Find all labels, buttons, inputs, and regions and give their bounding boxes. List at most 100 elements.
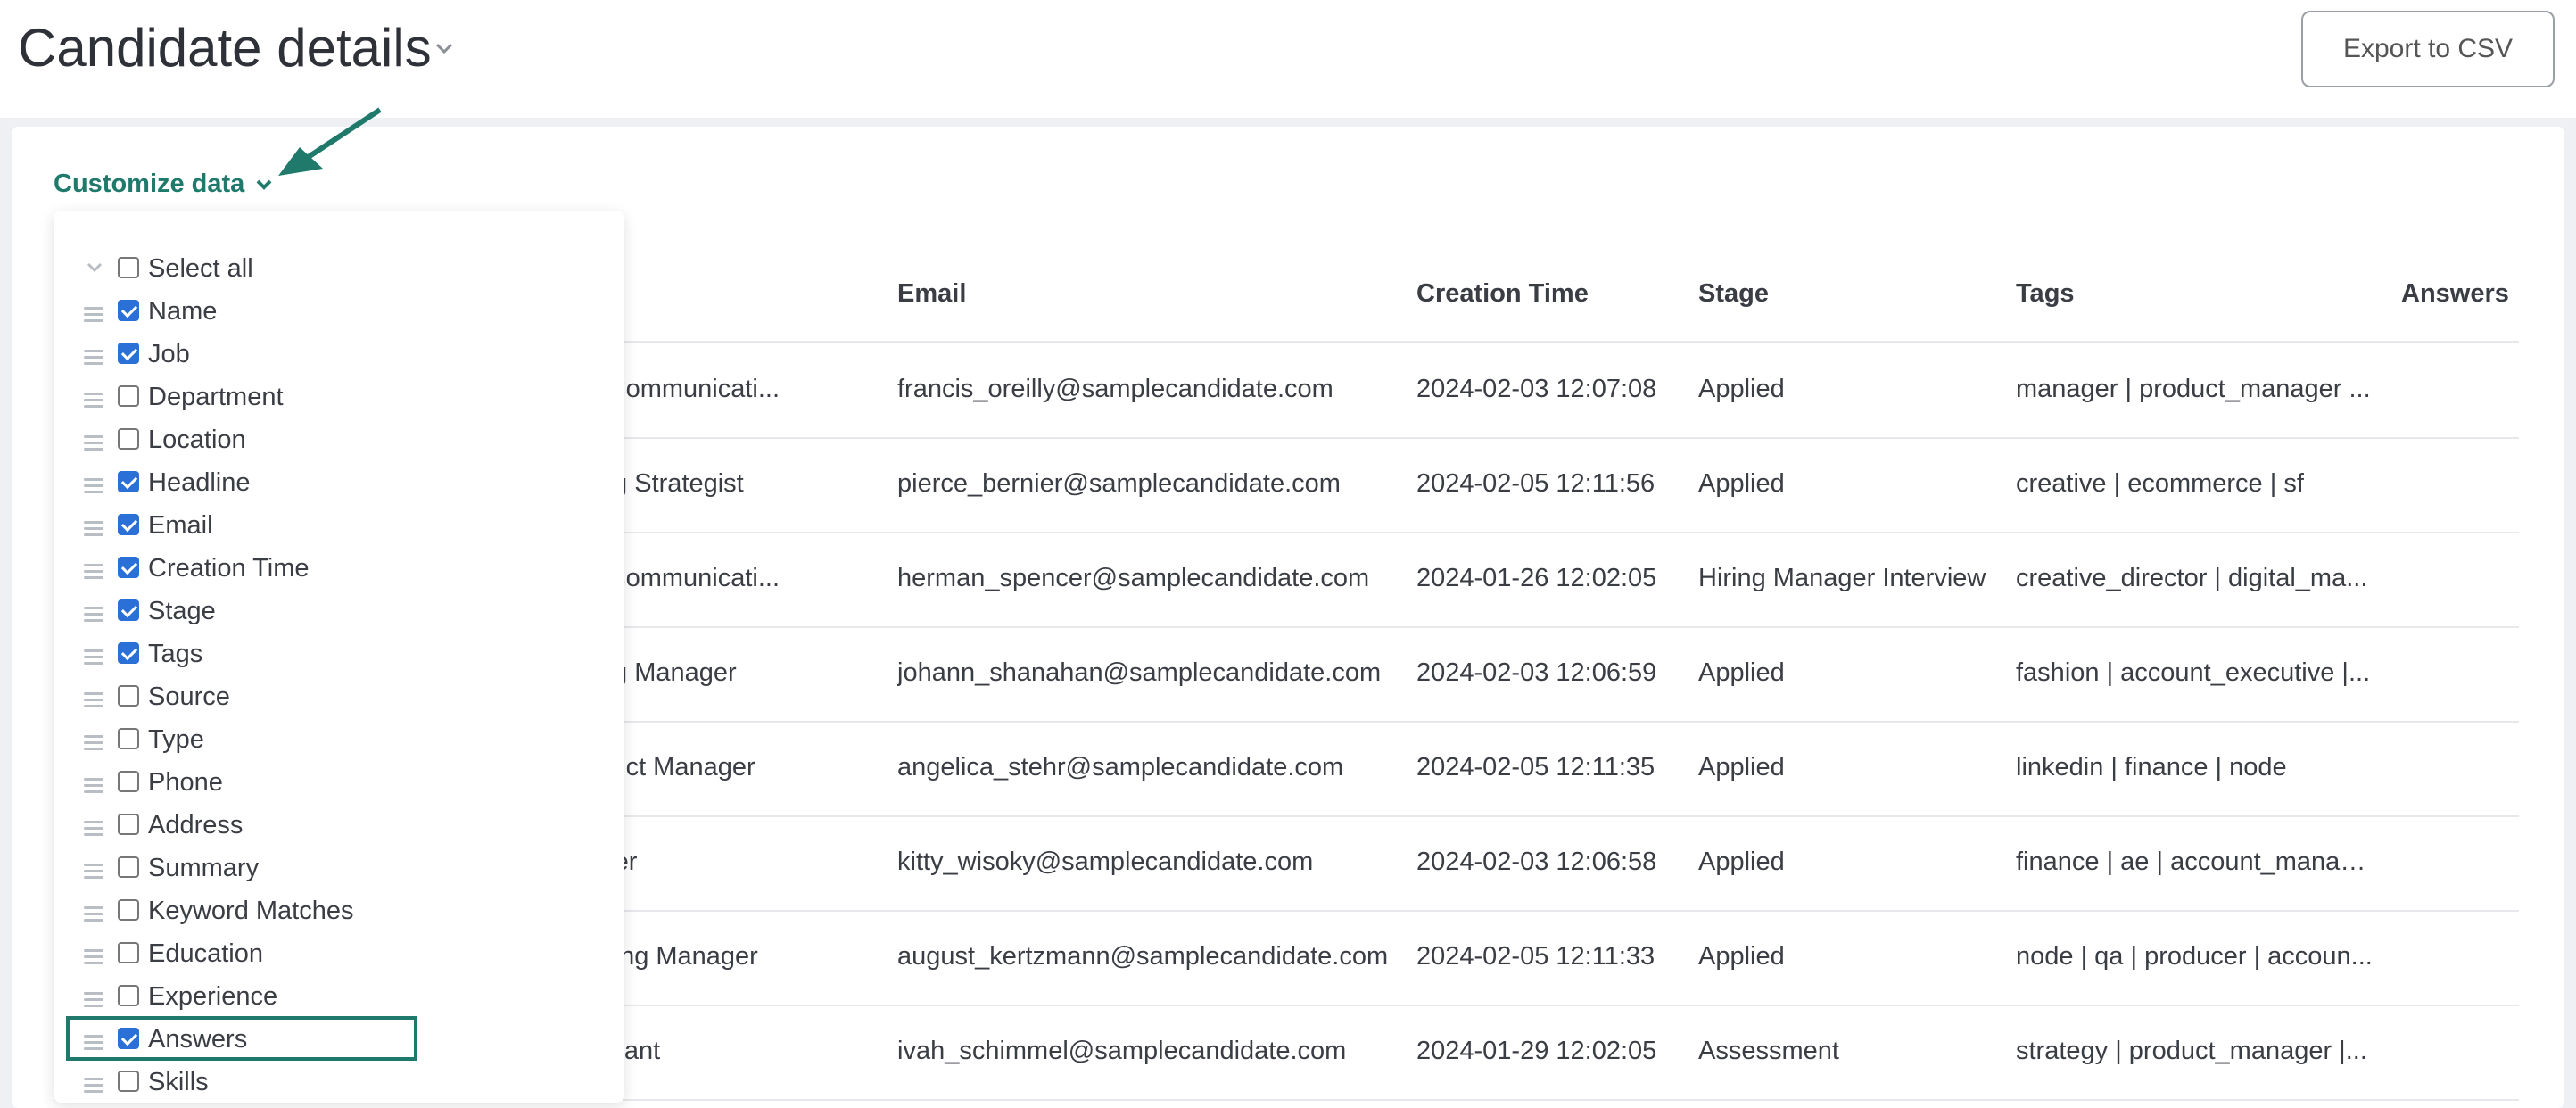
option-source[interactable]: Source (54, 680, 624, 723)
cell-time: 2024-01-29 12:02:05 (1416, 1037, 1657, 1065)
drag-handle-icon[interactable] (84, 735, 103, 751)
option-label: Phone (148, 768, 223, 797)
checkbox[interactable] (118, 428, 139, 450)
option-location[interactable]: Location (54, 423, 624, 466)
option-creation-time[interactable]: Creation Time (54, 551, 624, 594)
checkbox[interactable] (118, 257, 139, 278)
cell-time: 2024-02-03 12:06:59 (1416, 658, 1657, 687)
checkbox[interactable] (118, 728, 139, 749)
drag-handle-icon[interactable] (84, 864, 103, 880)
option-label: Summary (148, 854, 260, 882)
option-department[interactable]: Department (54, 380, 624, 423)
option-label: Name (148, 297, 218, 326)
cell-email: pierce_bernier@samplecandidate.com (897, 469, 1341, 498)
chevron-down-icon[interactable] (84, 257, 105, 278)
drag-handle-icon[interactable] (84, 821, 103, 837)
option-headline[interactable]: Headline (54, 466, 624, 509)
drag-handle-icon[interactable] (84, 521, 103, 537)
drag-handle-icon[interactable] (84, 564, 103, 580)
cell-stage: Applied (1698, 375, 1785, 403)
drag-handle-icon[interactable] (84, 906, 103, 922)
checkbox[interactable] (118, 557, 139, 578)
cell-stage: Applied (1698, 753, 1785, 781)
drag-handle-icon[interactable] (84, 692, 103, 708)
cell-tags: creative_director | digital_ma... (2016, 564, 2368, 592)
cell-tags: creative | ecommerce | sf (2016, 469, 2304, 498)
cell-tags: strategy | product_manager |... (2016, 1037, 2367, 1065)
option-label: Job (148, 340, 190, 368)
option-skills[interactable]: Skills (54, 1065, 624, 1108)
checkbox[interactable] (118, 471, 139, 492)
option-label: Headline (148, 468, 251, 497)
option-select-all[interactable]: Select all (54, 252, 624, 294)
option-type[interactable]: Type (54, 723, 624, 765)
customize-data-toggle[interactable]: Customize data (54, 170, 275, 199)
option-phone[interactable]: Phone (54, 765, 624, 808)
option-label: Experience (148, 982, 278, 1011)
customize-data-label: Customize data (54, 170, 245, 198)
drag-handle-icon[interactable] (84, 435, 103, 451)
checkbox[interactable] (118, 599, 139, 621)
option-name[interactable]: Name (54, 294, 624, 337)
cell-stage: Assessment (1698, 1037, 1839, 1065)
cell-email: ivah_schimmel@samplecandidate.com (897, 1037, 1347, 1065)
drag-handle-icon[interactable] (84, 393, 103, 409)
drag-handle-icon[interactable] (84, 1078, 103, 1094)
checkbox[interactable] (118, 514, 139, 535)
checkbox[interactable] (118, 942, 139, 963)
option-label: Keyword Matches (148, 897, 354, 925)
checkbox[interactable] (118, 685, 139, 707)
cell-stage: Applied (1698, 848, 1785, 876)
option-label: Email (148, 511, 213, 540)
checkbox[interactable] (118, 300, 139, 321)
option-stage[interactable]: Stage (54, 594, 624, 637)
option-keyword-matches[interactable]: Keyword Matches (54, 894, 624, 937)
option-label: Tags (148, 640, 203, 668)
answers-highlight-box (66, 1016, 417, 1061)
checkbox[interactable] (118, 642, 139, 664)
drag-handle-icon[interactable] (84, 649, 103, 666)
cell-tags: node | qa | producer | accoun... (2016, 942, 2373, 971)
option-email[interactable]: Email (54, 509, 624, 551)
option-label: Select all (148, 254, 253, 283)
cell-stage: Applied (1698, 942, 1785, 971)
cell-time: 2024-02-05 12:11:33 (1416, 942, 1655, 971)
cell-email: herman_spencer@samplecandidate.com (897, 564, 1370, 592)
option-label: Department (148, 383, 284, 411)
cell-time: 2024-02-05 12:11:56 (1416, 469, 1655, 498)
checkbox[interactable] (118, 814, 139, 835)
annotation-arrow-icon (278, 107, 382, 176)
option-tags[interactable]: Tags (54, 637, 624, 680)
drag-handle-icon[interactable] (84, 307, 103, 323)
drag-handle-icon[interactable] (84, 949, 103, 965)
drag-handle-icon[interactable] (84, 350, 103, 366)
cell-email: francis_oreilly@samplecandidate.com (897, 375, 1333, 403)
option-label: Creation Time (148, 554, 310, 583)
export-csv-button[interactable]: Export to CSV (2301, 11, 2555, 87)
checkbox[interactable] (118, 1071, 139, 1092)
cell-time: 2024-02-03 12:06:58 (1416, 848, 1657, 876)
cell-tags: manager | product_manager ... (2016, 375, 2371, 403)
drag-handle-icon[interactable] (84, 778, 103, 794)
cell-stage: Applied (1698, 469, 1785, 498)
cell-email: johann_shanahan@samplecandidate.com (897, 658, 1382, 687)
cell-time: 2024-01-26 12:02:05 (1416, 564, 1657, 592)
chevron-down-icon[interactable] (432, 36, 457, 61)
cell-tags: finance | ae | account_manag... (2016, 848, 2373, 876)
checkbox[interactable] (118, 856, 139, 878)
drag-handle-icon[interactable] (84, 478, 103, 494)
checkbox[interactable] (118, 899, 139, 921)
option-label: Skills (148, 1068, 209, 1096)
cell-time: 2024-02-05 12:11:35 (1416, 753, 1655, 781)
drag-handle-icon[interactable] (84, 992, 103, 1008)
option-job[interactable]: Job (54, 337, 624, 380)
option-address[interactable]: Address (54, 808, 624, 851)
option-label: Education (148, 939, 263, 968)
option-summary[interactable]: Summary (54, 851, 624, 894)
checkbox[interactable] (118, 771, 139, 792)
drag-handle-icon[interactable] (84, 607, 103, 623)
checkbox[interactable] (118, 385, 139, 407)
option-education[interactable]: Education (54, 937, 624, 980)
checkbox[interactable] (118, 985, 139, 1006)
checkbox[interactable] (118, 343, 139, 364)
